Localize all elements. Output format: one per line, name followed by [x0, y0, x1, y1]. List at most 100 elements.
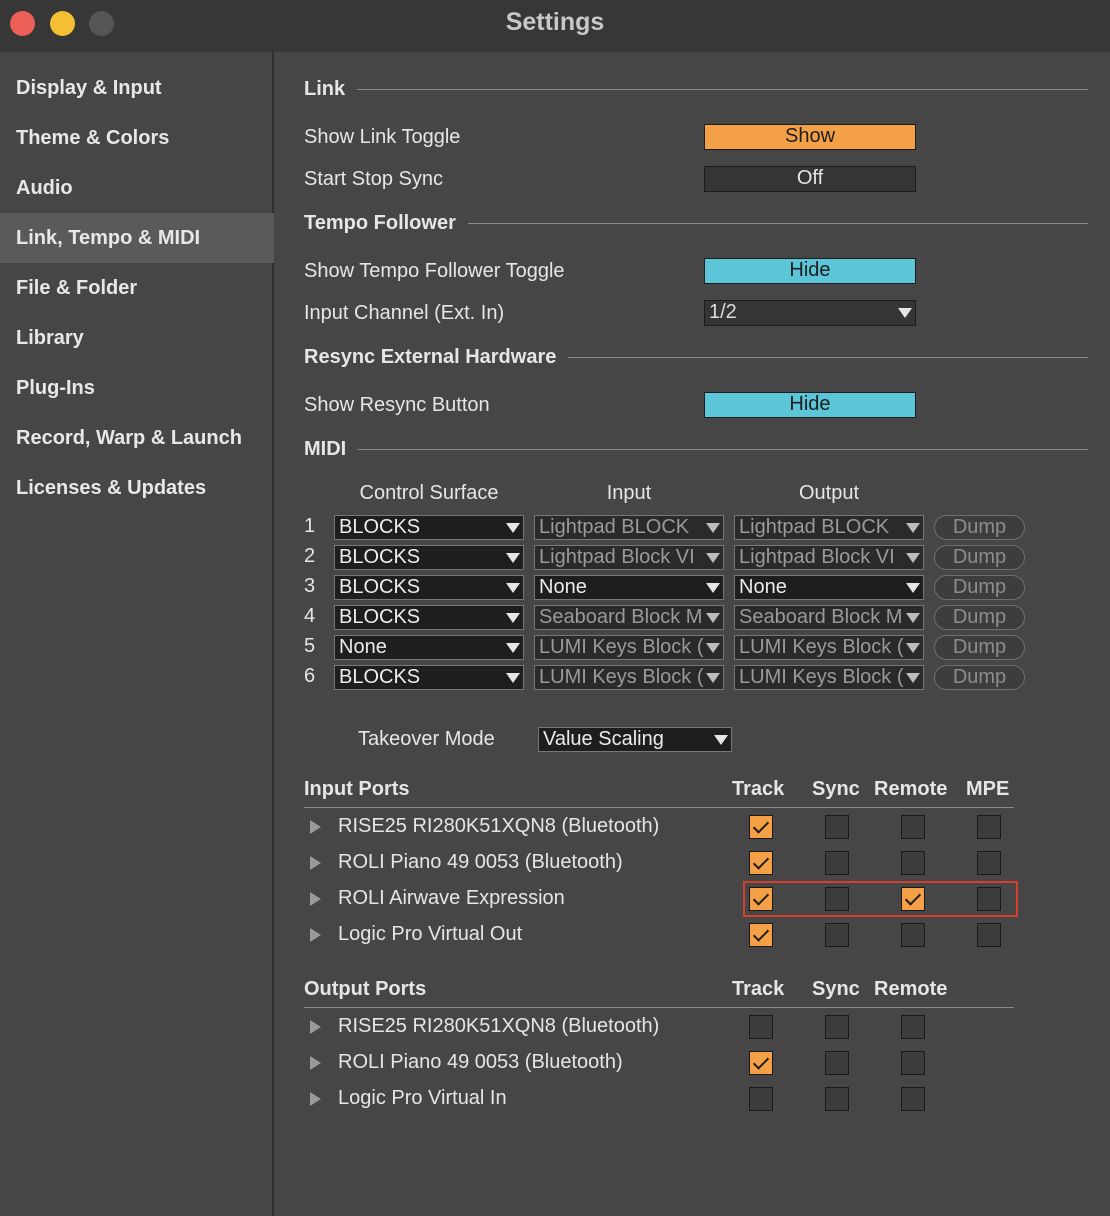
section-heading-link: Link	[304, 76, 358, 102]
chevron-down-icon	[706, 553, 720, 563]
input-col-sync: Sync	[812, 778, 860, 800]
sync-checkbox[interactable]	[825, 1051, 849, 1075]
show-resync-button[interactable]: Hide	[704, 392, 916, 418]
track-checkbox[interactable]	[749, 1015, 773, 1039]
chevron-down-icon	[898, 308, 912, 318]
port-name: RISE25 RI280K51XQN8 (Bluetooth)	[338, 815, 660, 837]
chevron-down-icon	[506, 553, 520, 563]
start-stop-sync-button[interactable]: Off	[704, 166, 916, 192]
track-checkbox[interactable]	[749, 1087, 773, 1111]
takeover-mode-label: Takeover Mode	[358, 728, 495, 750]
show-link-toggle-button[interactable]: Show	[704, 124, 916, 150]
dump-button[interactable]: Dump	[934, 635, 1025, 660]
chevron-down-icon	[906, 583, 920, 593]
column-header-input: Input	[606, 482, 652, 504]
midi-input-select[interactable]: None	[534, 575, 724, 600]
chevron-down-icon	[906, 523, 920, 533]
highlight-box	[743, 881, 1018, 917]
remote-checkbox[interactable]	[901, 923, 925, 947]
port-name: ROLI Airwave Expression	[338, 887, 565, 909]
sidebar-item-library[interactable]: Library	[0, 313, 274, 363]
dump-button[interactable]: Dump	[934, 545, 1025, 570]
output-col-remote: Remote	[874, 978, 948, 1000]
mpe-checkbox[interactable]	[977, 923, 1001, 947]
dump-button[interactable]: Dump	[934, 665, 1025, 690]
section-heading-midi: MIDI	[304, 436, 359, 462]
midi-input-select[interactable]: LUMI Keys Block (	[534, 635, 724, 660]
track-checkbox[interactable]	[749, 815, 773, 839]
midi-input-select[interactable]: Lightpad Block VI	[534, 545, 724, 570]
sidebar-item-plug-ins[interactable]: Plug-Ins	[0, 363, 274, 413]
disclosure-triangle-icon[interactable]	[310, 892, 321, 906]
sidebar-item-file-folder[interactable]: File & Folder	[0, 263, 274, 313]
sidebar-item-link-tempo-midi[interactable]: Link, Tempo & MIDI	[0, 213, 274, 263]
input-channel-select[interactable]: 1/2	[704, 300, 916, 326]
takeover-mode-select[interactable]: Value Scaling	[538, 727, 732, 752]
control-surface-select[interactable]: BLOCKS	[334, 665, 524, 690]
show-link-toggle-label: Show Link Toggle	[304, 126, 461, 148]
mpe-checkbox[interactable]	[977, 851, 1001, 875]
input-col-mpe: MPE	[966, 778, 1010, 800]
disclosure-triangle-icon[interactable]	[310, 1092, 321, 1106]
sidebar-item-audio[interactable]: Audio	[0, 163, 274, 213]
track-checkbox[interactable]	[749, 923, 773, 947]
remote-checkbox[interactable]	[901, 1015, 925, 1039]
chevron-down-icon	[906, 613, 920, 623]
sidebar-item-theme-colors[interactable]: Theme & Colors	[0, 113, 274, 163]
track-checkbox[interactable]	[749, 1051, 773, 1075]
control-surface-select[interactable]: BLOCKS	[334, 515, 524, 540]
sync-checkbox[interactable]	[825, 923, 849, 947]
midi-output-select[interactable]: Lightpad BLOCK	[734, 515, 924, 540]
midi-output-select[interactable]: LUMI Keys Block (	[734, 665, 924, 690]
sync-checkbox[interactable]	[825, 815, 849, 839]
show-tempo-follower-button[interactable]: Hide	[704, 258, 916, 284]
sidebar-item-record-warp-launch[interactable]: Record, Warp & Launch	[0, 413, 274, 463]
chevron-down-icon	[506, 673, 520, 683]
chevron-down-icon	[906, 553, 920, 563]
control-surface-select[interactable]: None	[334, 635, 524, 660]
window-title: Settings	[505, 8, 605, 36]
sidebar-item-display-input[interactable]: Display & Input	[0, 63, 274, 113]
sync-checkbox[interactable]	[825, 1015, 849, 1039]
midi-output-select[interactable]: Seaboard Block M	[734, 605, 924, 630]
dump-button[interactable]: Dump	[934, 605, 1025, 630]
disclosure-triangle-icon[interactable]	[310, 856, 321, 870]
control-surface-select[interactable]: BLOCKS	[334, 605, 524, 630]
midi-output-select[interactable]: LUMI Keys Block (	[734, 635, 924, 660]
sidebar-item-licenses-updates[interactable]: Licenses & Updates	[0, 463, 274, 513]
row-number: 5	[304, 635, 316, 657]
midi-input-select[interactable]: Seaboard Block M	[534, 605, 724, 630]
section-link: Link	[304, 76, 1088, 102]
mpe-checkbox[interactable]	[977, 815, 1001, 839]
disclosure-triangle-icon[interactable]	[310, 1020, 321, 1034]
row-number: 6	[304, 665, 316, 687]
dump-button[interactable]: Dump	[934, 515, 1025, 540]
sync-checkbox[interactable]	[825, 851, 849, 875]
show-tempo-follower-label: Show Tempo Follower Toggle	[304, 260, 565, 282]
disclosure-triangle-icon[interactable]	[310, 820, 321, 834]
dump-button[interactable]: Dump	[934, 575, 1025, 600]
sync-checkbox[interactable]	[825, 1087, 849, 1111]
chevron-down-icon	[506, 523, 520, 533]
track-checkbox[interactable]	[749, 851, 773, 875]
control-surface-select[interactable]: BLOCKS	[334, 575, 524, 600]
disclosure-triangle-icon[interactable]	[310, 928, 321, 942]
divider	[304, 1007, 1014, 1008]
output-col-sync: Sync	[812, 978, 860, 1000]
remote-checkbox[interactable]	[901, 815, 925, 839]
remote-checkbox[interactable]	[901, 851, 925, 875]
midi-input-select[interactable]: Lightpad BLOCK	[534, 515, 724, 540]
remote-checkbox[interactable]	[901, 1051, 925, 1075]
midi-output-select[interactable]: Lightpad Block VI	[734, 545, 924, 570]
port-name: Logic Pro Virtual In	[338, 1087, 507, 1109]
section-midi: MIDI	[304, 436, 1088, 462]
chevron-down-icon	[506, 583, 520, 593]
midi-input-select[interactable]: LUMI Keys Block (	[534, 665, 724, 690]
remote-checkbox[interactable]	[901, 1087, 925, 1111]
control-surface-select[interactable]: BLOCKS	[334, 545, 524, 570]
port-name: RISE25 RI280K51XQN8 (Bluetooth)	[338, 1015, 660, 1037]
show-resync-label: Show Resync Button	[304, 394, 490, 416]
chevron-down-icon	[714, 735, 728, 745]
midi-output-select[interactable]: None	[734, 575, 924, 600]
disclosure-triangle-icon[interactable]	[310, 1056, 321, 1070]
